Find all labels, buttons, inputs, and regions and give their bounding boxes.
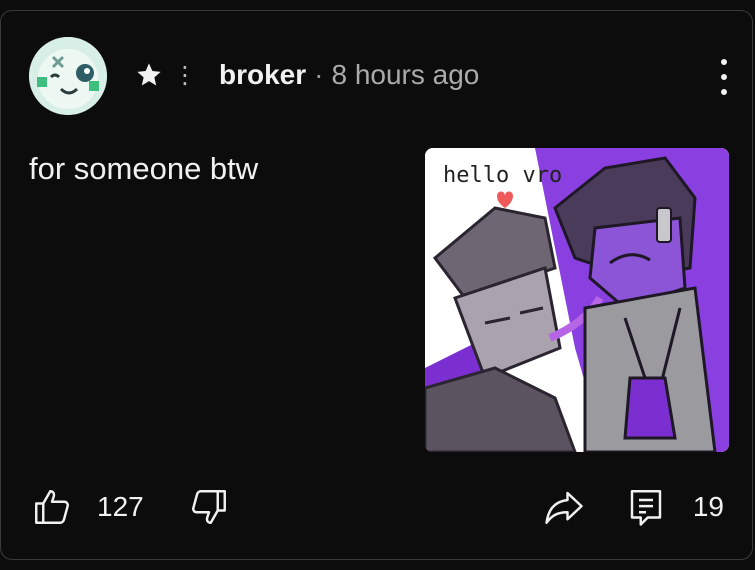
avatar[interactable] (29, 37, 107, 115)
comment-text: for someone btw (29, 151, 259, 186)
vote-actions: 127 (31, 486, 230, 528)
avatar-image (29, 37, 107, 115)
like-count: 127 (97, 491, 144, 522)
kebab-menu-icon[interactable] (718, 59, 730, 95)
comment-header: ⋮ broker · 8 hours ago (135, 53, 479, 97)
comment-icon[interactable] (625, 486, 667, 528)
thumbs-down-icon[interactable] (188, 486, 230, 528)
meta-separator: · (314, 59, 324, 90)
share-arrow-icon[interactable] (543, 486, 585, 528)
comment-card: ⋮ broker · 8 hours ago for someone btw h… (0, 10, 753, 560)
thumbs-up-icon[interactable] (31, 486, 73, 528)
artwork-illustration: hello vro (425, 148, 729, 452)
attached-image[interactable]: hello vro (425, 148, 729, 452)
image-caption: hello vro (443, 163, 562, 188)
author-name[interactable]: broker (219, 59, 306, 91)
badge-separator-icon: ⋮ (173, 61, 197, 89)
reply-count: 19 (692, 491, 724, 522)
timestamp[interactable]: 8 hours ago (331, 59, 479, 91)
reply-actions: 19 (543, 486, 724, 528)
star-icon (137, 63, 161, 86)
